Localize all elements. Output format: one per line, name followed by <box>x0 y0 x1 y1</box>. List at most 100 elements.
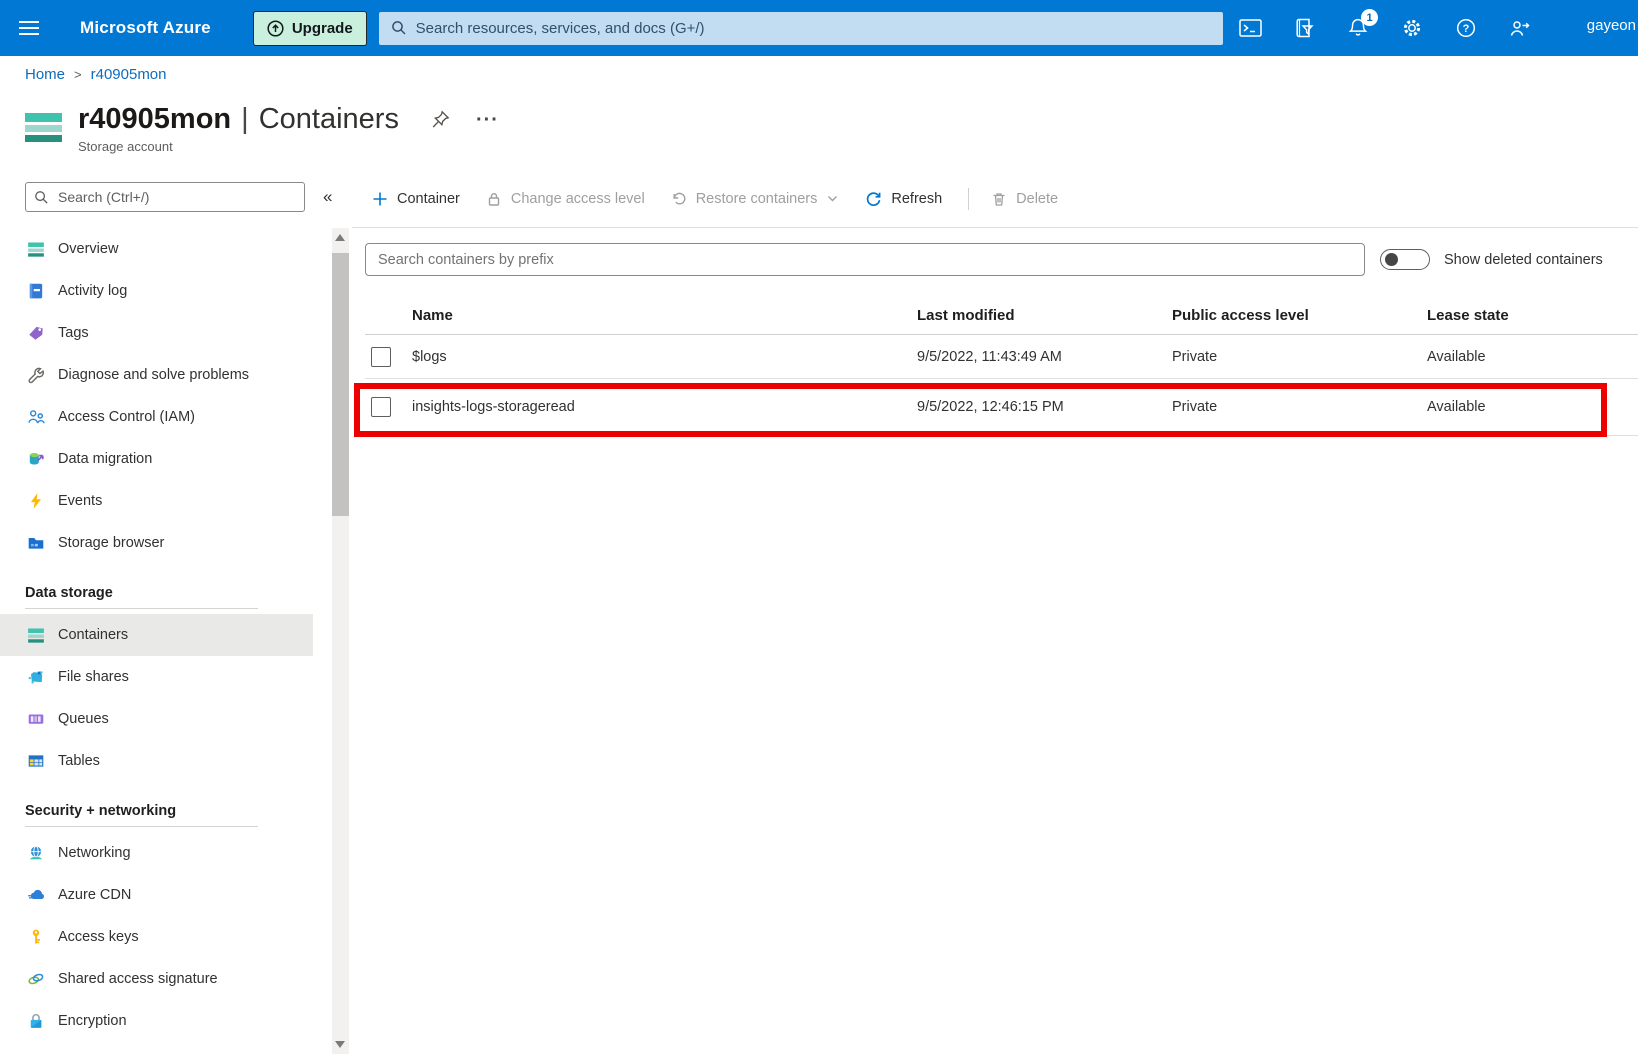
file-share-icon <box>27 668 45 686</box>
azure-brand[interactable]: Microsoft Azure <box>80 18 211 38</box>
restore-containers-button[interactable]: Restore containers <box>671 191 840 207</box>
section-divider <box>25 826 258 827</box>
table-header-row: Name Last modified Public access level L… <box>365 296 1638 335</box>
collapse-sidebar-icon[interactable]: « <box>323 187 332 207</box>
command-label: Refresh <box>891 191 942 207</box>
sidebar-item-shared-access-signature[interactable]: Shared access signature <box>0 958 313 1000</box>
filter-row: Show deleted containers <box>365 243 1638 276</box>
sidebar-item-azure-cdn[interactable]: Azure CDN <box>0 874 313 916</box>
last-modified-value: 9/5/2022, 12:46:15 PM <box>917 399 1172 415</box>
toggle-knob <box>1385 253 1398 266</box>
container-name[interactable]: insights-logs-storageread <box>412 399 917 415</box>
overview-icon <box>27 240 45 258</box>
command-bar: Container Change access level Restore co… <box>352 170 1638 228</box>
column-header-public-access[interactable]: Public access level <box>1172 307 1427 324</box>
breadcrumb-home-link[interactable]: Home <box>25 66 65 83</box>
scroll-up-arrow-icon[interactable] <box>335 234 345 241</box>
section-header-data-storage: Data storage <box>0 579 313 606</box>
global-search-input[interactable]: Search resources, services, and docs (G+… <box>379 12 1223 45</box>
feedback-icon[interactable] <box>1508 16 1532 40</box>
global-search-placeholder: Search resources, services, and docs (G+… <box>416 20 705 37</box>
hamburger-menu-icon[interactable] <box>6 0 52 56</box>
sidebar-item-diagnose[interactable]: Diagnose and solve problems <box>0 354 313 396</box>
show-deleted-toggle[interactable] <box>1380 249 1430 270</box>
help-icon[interactable]: ? <box>1454 16 1478 40</box>
sidebar-nav: Overview Activity log Tags Diagnose and … <box>0 228 313 1042</box>
sidebar-item-access-control[interactable]: Access Control (IAM) <box>0 396 313 438</box>
trash-icon <box>991 191 1007 207</box>
notifications-bell-icon[interactable]: 1 <box>1346 16 1370 40</box>
delete-button[interactable]: Delete <box>991 191 1058 207</box>
row-checkbox[interactable] <box>371 397 391 417</box>
sidebar-search-input[interactable] <box>56 188 296 206</box>
sidebar-item-label: Diagnose and solve problems <box>58 367 249 383</box>
title-separator: | <box>241 103 249 136</box>
sidebar-item-overview[interactable]: Overview <box>0 228 313 270</box>
tables-icon <box>27 752 45 770</box>
container-search-input[interactable] <box>376 251 1354 269</box>
cloud-shell-icon[interactable] <box>1238 16 1262 40</box>
sidebar-item-tags[interactable]: Tags <box>0 312 313 354</box>
column-header-lease-state[interactable]: Lease state <box>1427 307 1638 324</box>
containers-icon <box>27 626 45 644</box>
containers-table: Name Last modified Public access level L… <box>365 296 1638 436</box>
sidebar-item-tables[interactable]: Tables <box>0 740 313 782</box>
sidebar-item-label: Overview <box>58 241 118 257</box>
row-checkbox[interactable] <box>371 347 391 367</box>
column-header-last-modified[interactable]: Last modified <box>917 307 1172 324</box>
scroll-down-arrow-icon[interactable] <box>335 1041 345 1048</box>
public-access-value: Private <box>1172 349 1427 365</box>
table-row[interactable]: insights-logs-storageread 9/5/2022, 12:4… <box>365 379 1638 436</box>
container-name[interactable]: $logs <box>412 349 917 365</box>
refresh-button[interactable]: Refresh <box>865 190 942 207</box>
sidebar-item-label: Queues <box>58 711 109 727</box>
breadcrumb-separator: > <box>74 67 82 82</box>
container-button[interactable]: Container <box>372 191 460 207</box>
lease-state-value: Available <box>1427 399 1638 415</box>
sidebar-item-access-keys[interactable]: Access keys <box>0 916 313 958</box>
table-row[interactable]: $logs 9/5/2022, 11:43:49 AM Private Avai… <box>365 335 1638 379</box>
lock-icon <box>486 191 502 207</box>
cloud-icon <box>27 886 45 904</box>
sidebar-scrollbar[interactable] <box>332 228 349 1054</box>
refresh-icon <box>865 190 882 207</box>
sidebar-item-label: Activity log <box>58 283 127 299</box>
upgrade-button[interactable]: Upgrade <box>253 11 367 46</box>
sidebar-item-queues[interactable]: Queues <box>0 698 313 740</box>
sidebar-item-label: File shares <box>58 669 129 685</box>
sidebar-search-box[interactable] <box>25 182 305 212</box>
sidebar-item-label: Tables <box>58 753 100 769</box>
sidebar-item-label: Containers <box>58 627 128 643</box>
account-username[interactable]: gayeon <box>1587 0 1636 50</box>
lightning-icon <box>27 492 45 510</box>
upgrade-label: Upgrade <box>292 20 353 37</box>
sidebar-item-label: Access Control (IAM) <box>58 409 195 425</box>
sidebar-item-file-shares[interactable]: File shares <box>0 656 313 698</box>
lease-state-value: Available <box>1427 349 1638 365</box>
page-subtitle: Storage account <box>78 139 499 154</box>
breadcrumb: Home > r40905mon <box>25 66 167 83</box>
sidebar-item-label: Access keys <box>58 929 139 945</box>
scrollbar-thumb[interactable] <box>332 253 349 516</box>
sidebar-item-containers[interactable]: Containers <box>0 614 313 656</box>
sidebar-item-events[interactable]: Events <box>0 480 313 522</box>
container-search-box[interactable] <box>365 243 1365 276</box>
pin-icon[interactable] <box>431 110 450 129</box>
more-options-icon[interactable]: ··· <box>476 115 499 125</box>
sidebar-item-storage-browser[interactable]: Storage browser <box>0 522 313 564</box>
svg-text:?: ? <box>1463 23 1470 35</box>
sidebar-item-encryption[interactable]: Encryption <box>0 1000 313 1042</box>
column-header-name[interactable]: Name <box>412 307 917 324</box>
breadcrumb-resource-link[interactable]: r40905mon <box>91 66 167 83</box>
settings-gear-icon[interactable] <box>1400 16 1424 40</box>
change-access-level-button[interactable]: Change access level <box>486 191 645 207</box>
sidebar-item-label: Tags <box>58 325 89 341</box>
sidebar-item-activity-log[interactable]: Activity log <box>0 270 313 312</box>
directory-filter-icon[interactable] <box>1292 16 1316 40</box>
sidebar-item-networking[interactable]: Networking <box>0 832 313 874</box>
command-label: Restore containers <box>696 191 818 207</box>
sidebar-item-data-migration[interactable]: Data migration <box>0 438 313 480</box>
search-icon <box>34 190 49 205</box>
activity-log-icon <box>27 282 45 300</box>
tags-icon <box>27 324 45 342</box>
